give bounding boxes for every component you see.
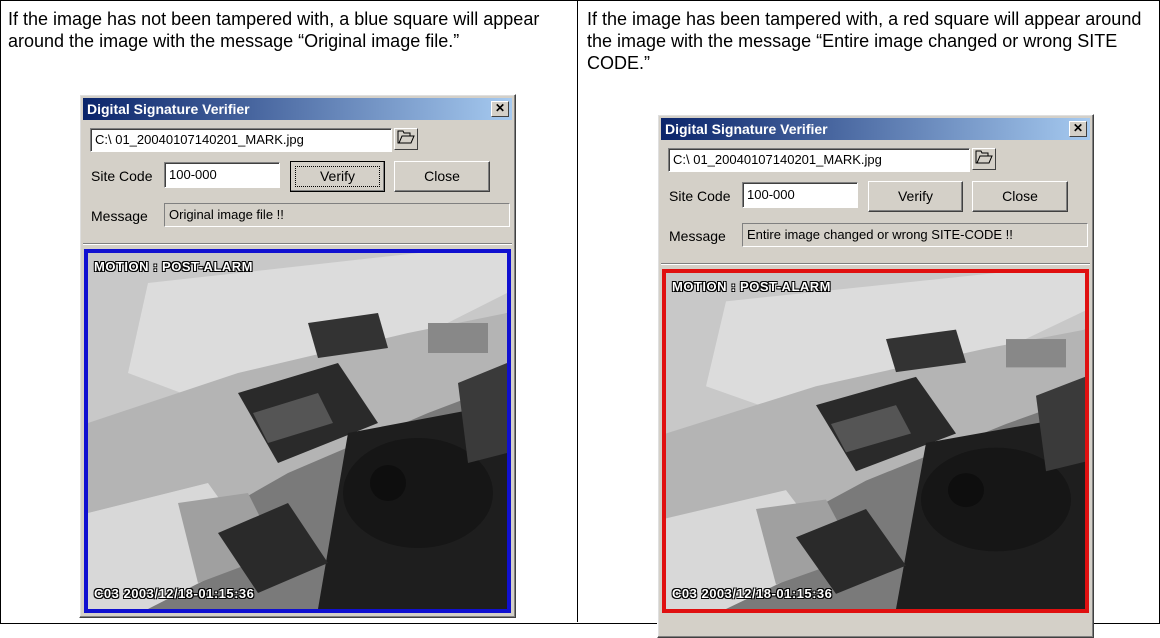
open-folder-glyph [397,130,415,144]
cctv-timestamp-overlay: C03 2003/12/18-01:15:36 [94,586,255,601]
cctv-top-overlay: MOTION : POST-ALARM [672,279,831,294]
right-column: If the image has been tampered with, a r… [578,0,1158,638]
dialog-titlebar: Digital Signature Verifier ✕ [661,118,1090,140]
cctv-timestamp-overlay: C03 2003/12/18-01:15:36 [672,586,833,601]
cctv-image [88,253,507,609]
open-folder-icon[interactable] [972,148,996,170]
separator [661,263,1090,265]
site-code-input[interactable]: 100-000 [742,182,858,208]
site-code-label: Site Code [669,188,731,204]
separator [83,243,512,245]
right-caption: If the image has been tampered with, a r… [587,9,1142,73]
message-label: Message [91,208,148,224]
site-code-input[interactable]: 100-000 [164,162,280,188]
tampered-image-frame: MOTION : POST-ALARM C03 2003/12/18-01:15… [662,269,1089,613]
message-field: Original image file !! [164,203,510,227]
close-button[interactable]: Close [394,161,490,192]
message-label: Message [669,228,726,244]
left-column: If the image has not been tampered with,… [0,0,578,622]
file-path-field[interactable]: C:\ 01_20040107140201_MARK.jpg [90,128,392,152]
cctv-top-overlay: MOTION : POST-ALARM [94,259,253,274]
verify-button[interactable]: Verify [290,161,385,192]
left-caption: If the image has not been tampered with,… [8,9,540,51]
message-field: Entire image changed or wrong SITE-CODE … [742,223,1088,247]
close-button[interactable]: Close [972,181,1068,212]
verifier-dialog-tampered: Digital Signature Verifier ✕ C:\ 01_2004… [657,114,1094,638]
dialog-title: Digital Signature Verifier [87,101,250,117]
close-icon[interactable]: ✕ [491,101,509,117]
site-code-label: Site Code [91,168,153,184]
open-folder-icon[interactable] [394,128,418,150]
verified-image-frame: MOTION : POST-ALARM C03 2003/12/18-01:15… [84,249,511,613]
open-folder-glyph [975,150,993,164]
verify-button[interactable]: Verify [868,181,963,212]
dialog-title: Digital Signature Verifier [665,121,828,137]
cctv-image [666,273,1085,609]
focus-ring [295,166,380,187]
close-icon[interactable]: ✕ [1069,121,1087,137]
dialog-titlebar: Digital Signature Verifier ✕ [83,98,512,120]
verifier-dialog-original: Digital Signature Verifier ✕ C:\ 01_2004… [79,94,516,618]
file-path-field[interactable]: C:\ 01_20040107140201_MARK.jpg [668,148,970,172]
